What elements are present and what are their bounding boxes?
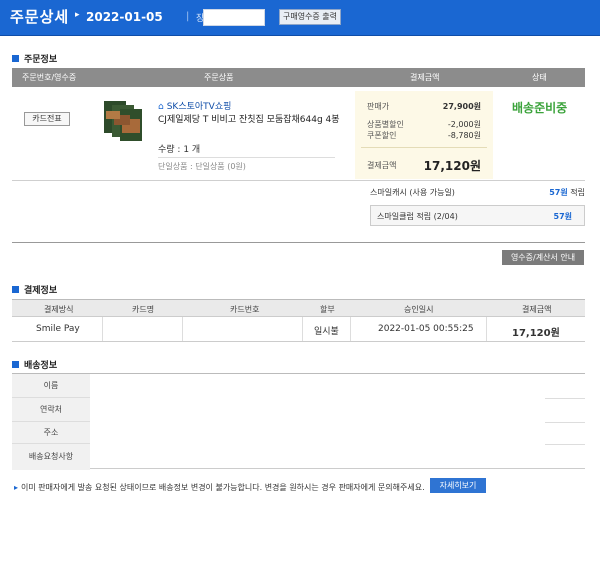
- col-amount: 결제금액: [410, 73, 440, 82]
- col-approved-at: 승인일시: [404, 305, 434, 314]
- col-divider: [302, 317, 303, 341]
- section-bullet-icon: [12, 55, 19, 62]
- home-icon: ⌂: [158, 102, 164, 112]
- product-thumbnail[interactable]: [104, 99, 142, 141]
- order-info-title: 주문정보: [12, 52, 57, 65]
- date-bullet-icon: ▸: [75, 10, 80, 20]
- product-discount-label: 상품별할인: [367, 120, 404, 129]
- col-status: 상태: [532, 73, 547, 82]
- row-divider: [545, 422, 585, 423]
- smile-cash-label: 스마일캐시 (사용 가능일): [370, 188, 455, 197]
- price-summary-box: 판매가 27,900원 상품별할인 -2,000원 쿠폰할인 -8,780원 결…: [355, 91, 493, 179]
- cart-input-box: [203, 9, 265, 26]
- col-installment: 할부: [320, 305, 335, 314]
- smile-cash-value: 57원 적립: [549, 188, 585, 197]
- row-divider: [545, 444, 585, 445]
- product-name[interactable]: CJ제일제당 T 비비고 잔칫집 모둠잡채644g 4봉: [158, 114, 343, 127]
- ship-label-address: 주소: [12, 422, 90, 444]
- total-label: 결제금액: [367, 161, 397, 170]
- product-divider: [158, 157, 335, 158]
- product-quantity: 수량 : 1 개: [158, 145, 201, 155]
- notice-arrow-icon: ▸: [14, 483, 19, 492]
- shipping-info-title: 배송정보: [12, 358, 57, 371]
- col-card-number: 카드번호: [230, 305, 260, 314]
- installment: 일시불: [314, 327, 339, 337]
- detail-view-button[interactable]: 자세히보기: [430, 478, 486, 493]
- row-divider: [545, 398, 585, 399]
- payment-method: Smile Pay: [36, 324, 80, 334]
- header-separator: |: [186, 11, 190, 22]
- ship-label-name: 이름: [12, 374, 90, 398]
- col-order-number: 주문번호/영수증: [22, 73, 77, 82]
- page-title: 주문상세: [10, 8, 70, 26]
- shipping-table: 이름 연락처 주소 배송요청사항: [12, 373, 585, 470]
- total-value: 17,120원: [423, 159, 481, 173]
- col-divider: [350, 317, 351, 341]
- header-bar: 주문상세 ▸ 2022-01-05 | 장바구니 구매영수증 출력: [0, 0, 600, 36]
- shipping-notice: ▸ 이미 판매자에게 발송 요청된 상태이므로 배송정보 변경이 불가능합니다. …: [14, 483, 425, 492]
- approved-at: 2022-01-05 00:55:25: [378, 324, 474, 334]
- smile-club-box: 스마일클럽 적립 (2/04) 57원: [370, 205, 585, 226]
- order-status: 배송준비중: [512, 101, 568, 115]
- paid-amount: 17,120원: [512, 328, 560, 339]
- smile-club-label: 스마일클럽 적립 (2/04): [377, 212, 458, 221]
- order-date: 2022-01-05: [86, 10, 163, 24]
- col-divider: [182, 317, 183, 341]
- payment-info-title: 결제정보: [12, 283, 57, 296]
- product-discount-value: -2,000원: [447, 120, 481, 129]
- receipt-info-button[interactable]: 영수증/계산서 안내: [502, 250, 584, 265]
- sale-price-value: 27,900원: [442, 102, 481, 111]
- col-method: 결제방식: [44, 305, 74, 314]
- order-table-header: 주문번호/영수증 주문상품 결제금액 상태: [12, 68, 585, 87]
- section-bullet-icon: [12, 361, 19, 368]
- section-bullet-icon: [12, 286, 19, 293]
- payment-row: Smile Pay 일시불 2022-01-05 00:55:25 17,120…: [12, 317, 585, 342]
- coupon-discount-label: 쿠폰할인: [367, 131, 397, 140]
- payment-table-header: 결제방식 카드명 카드번호 할부 승인일시 결제금액: [12, 299, 585, 317]
- print-receipt-button[interactable]: 구매영수증 출력: [279, 9, 341, 25]
- sale-price-label: 판매가: [367, 102, 390, 111]
- col-divider: [486, 317, 487, 341]
- ship-label-phone: 연락처: [12, 398, 90, 422]
- coupon-discount-value: -8,780원: [447, 131, 481, 140]
- order-section-divider: [12, 242, 585, 243]
- col-product: 주문상품: [204, 73, 234, 82]
- price-divider: [361, 147, 487, 148]
- product-option: 단일상품 : 단일상품 (0원): [158, 162, 246, 171]
- order-row: 카드전표 ⌂ SK스토아TV쇼핑 CJ제일제당 T 비비고 잔칫집 모둠잡채644…: [12, 87, 585, 181]
- card-receipt-button[interactable]: 카드전표: [24, 112, 70, 126]
- smile-club-value: 57원: [553, 212, 573, 221]
- col-paid-amount: 결제금액: [522, 305, 552, 314]
- col-card-name: 카드명: [132, 305, 155, 314]
- seller-link[interactable]: ⌂ SK스토아TV쇼핑: [158, 99, 231, 112]
- col-divider: [102, 317, 103, 341]
- ship-label-request: 배송요청사항: [12, 444, 90, 470]
